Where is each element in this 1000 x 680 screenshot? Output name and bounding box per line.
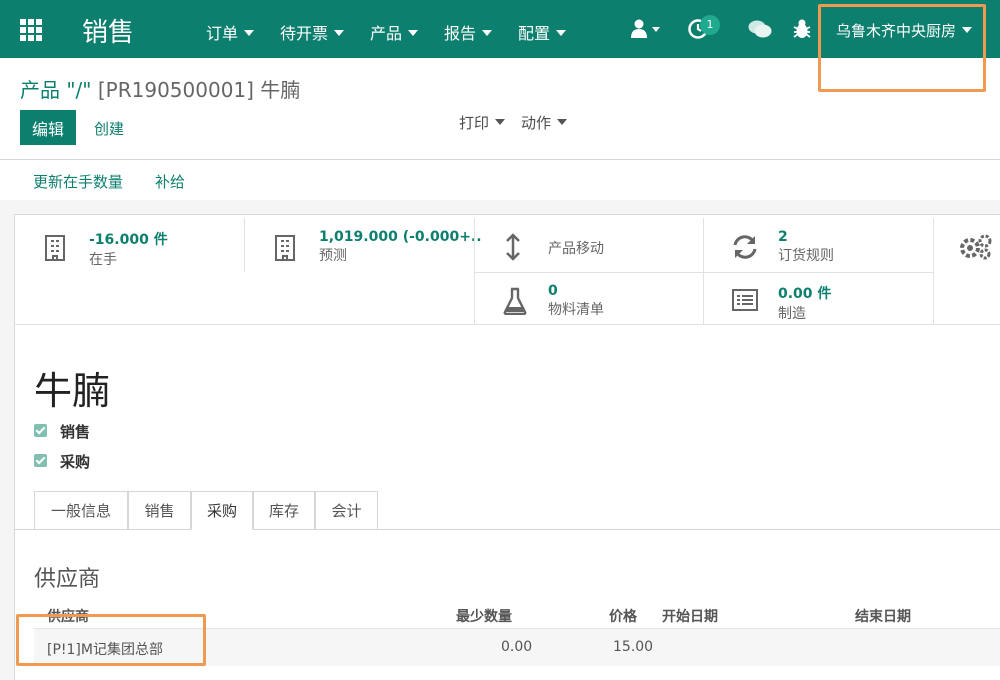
stat-reordering-rules[interactable]: 2 订货规则 bbox=[778, 229, 834, 265]
tab-inventory[interactable]: 库存 bbox=[253, 491, 315, 530]
tab-general-info[interactable]: 一般信息 bbox=[34, 491, 128, 530]
building-icon bbox=[44, 235, 66, 265]
column-price[interactable]: 价格 bbox=[609, 606, 637, 626]
debug-bug-icon[interactable] bbox=[792, 18, 812, 44]
building-icon bbox=[274, 235, 296, 265]
edit-button[interactable]: 编辑 bbox=[20, 110, 76, 145]
activity-count-badge: 1 bbox=[700, 15, 720, 35]
tab-purchase[interactable]: 采购 bbox=[191, 491, 253, 530]
user-icon[interactable] bbox=[630, 19, 662, 43]
sale-ok-label: 销售 bbox=[60, 423, 91, 441]
price-cell: 15.00 bbox=[613, 639, 654, 655]
menu-orders[interactable]: 订单 bbox=[206, 20, 255, 44]
replenish-button[interactable]: 补给 bbox=[155, 171, 185, 192]
product-name[interactable]: 牛腩 bbox=[34, 360, 110, 415]
menu-products[interactable]: 产品 bbox=[370, 20, 419, 44]
stat-bill-of-materials[interactable]: 0 物料清单 bbox=[548, 283, 604, 319]
divider bbox=[0, 159, 1000, 160]
min-qty-cell: 0.00 bbox=[501, 639, 533, 655]
highlight-box-vendor bbox=[16, 614, 206, 666]
column-min-qty[interactable]: 最少数量 bbox=[456, 606, 512, 626]
highlight-box-company bbox=[818, 4, 986, 92]
sale-ok-checkbox[interactable] bbox=[34, 424, 47, 437]
app-title: 销售 bbox=[82, 18, 135, 48]
tab-sales[interactable]: 销售 bbox=[128, 491, 191, 530]
tab-accounting[interactable]: 会计 bbox=[315, 491, 378, 530]
apps-grid-icon[interactable] bbox=[20, 19, 42, 41]
vendors-section-title: 供应商 bbox=[34, 567, 101, 592]
update-quantity-button[interactable]: 更新在手数量 bbox=[33, 171, 123, 192]
flask-icon bbox=[503, 287, 527, 319]
stat-product-moves[interactable]: 产品移动 bbox=[548, 238, 604, 258]
stat-on-hand[interactable]: -16.000 件 在手 bbox=[89, 229, 168, 269]
menu-configuration[interactable]: 配置 bbox=[518, 20, 567, 44]
action-dropdown[interactable]: 动作 bbox=[521, 112, 568, 133]
stat-manufacture[interactable]: 0.00 件 制造 bbox=[778, 283, 831, 323]
purchase-ok-label: 采购 bbox=[60, 453, 91, 471]
breadcrumb-parent[interactable]: 产品 "/" bbox=[20, 78, 92, 102]
up-down-arrow-icon bbox=[505, 233, 521, 265]
menu-reporting[interactable]: 报告 bbox=[444, 20, 493, 44]
list-alt-icon bbox=[732, 289, 758, 315]
stat-forecast[interactable]: 1,019.000 (-0.000+.. 预测 bbox=[319, 229, 482, 265]
purchase-ok-checkbox[interactable] bbox=[34, 454, 47, 467]
gears-icon[interactable] bbox=[957, 233, 993, 265]
print-dropdown[interactable]: 打印 bbox=[459, 112, 506, 133]
column-end-date[interactable]: 结束日期 bbox=[855, 606, 911, 626]
column-start-date[interactable]: 开始日期 bbox=[662, 606, 718, 626]
create-button[interactable]: 创建 bbox=[94, 118, 124, 139]
menu-to-invoice[interactable]: 待开票 bbox=[280, 20, 345, 44]
refresh-icon bbox=[731, 234, 759, 264]
breadcrumb-current: [PR190500001] 牛腩 bbox=[97, 78, 301, 102]
breadcrumb: 产品 "/" [PR190500001] 牛腩 bbox=[20, 74, 300, 103]
chat-icon[interactable] bbox=[748, 19, 772, 43]
